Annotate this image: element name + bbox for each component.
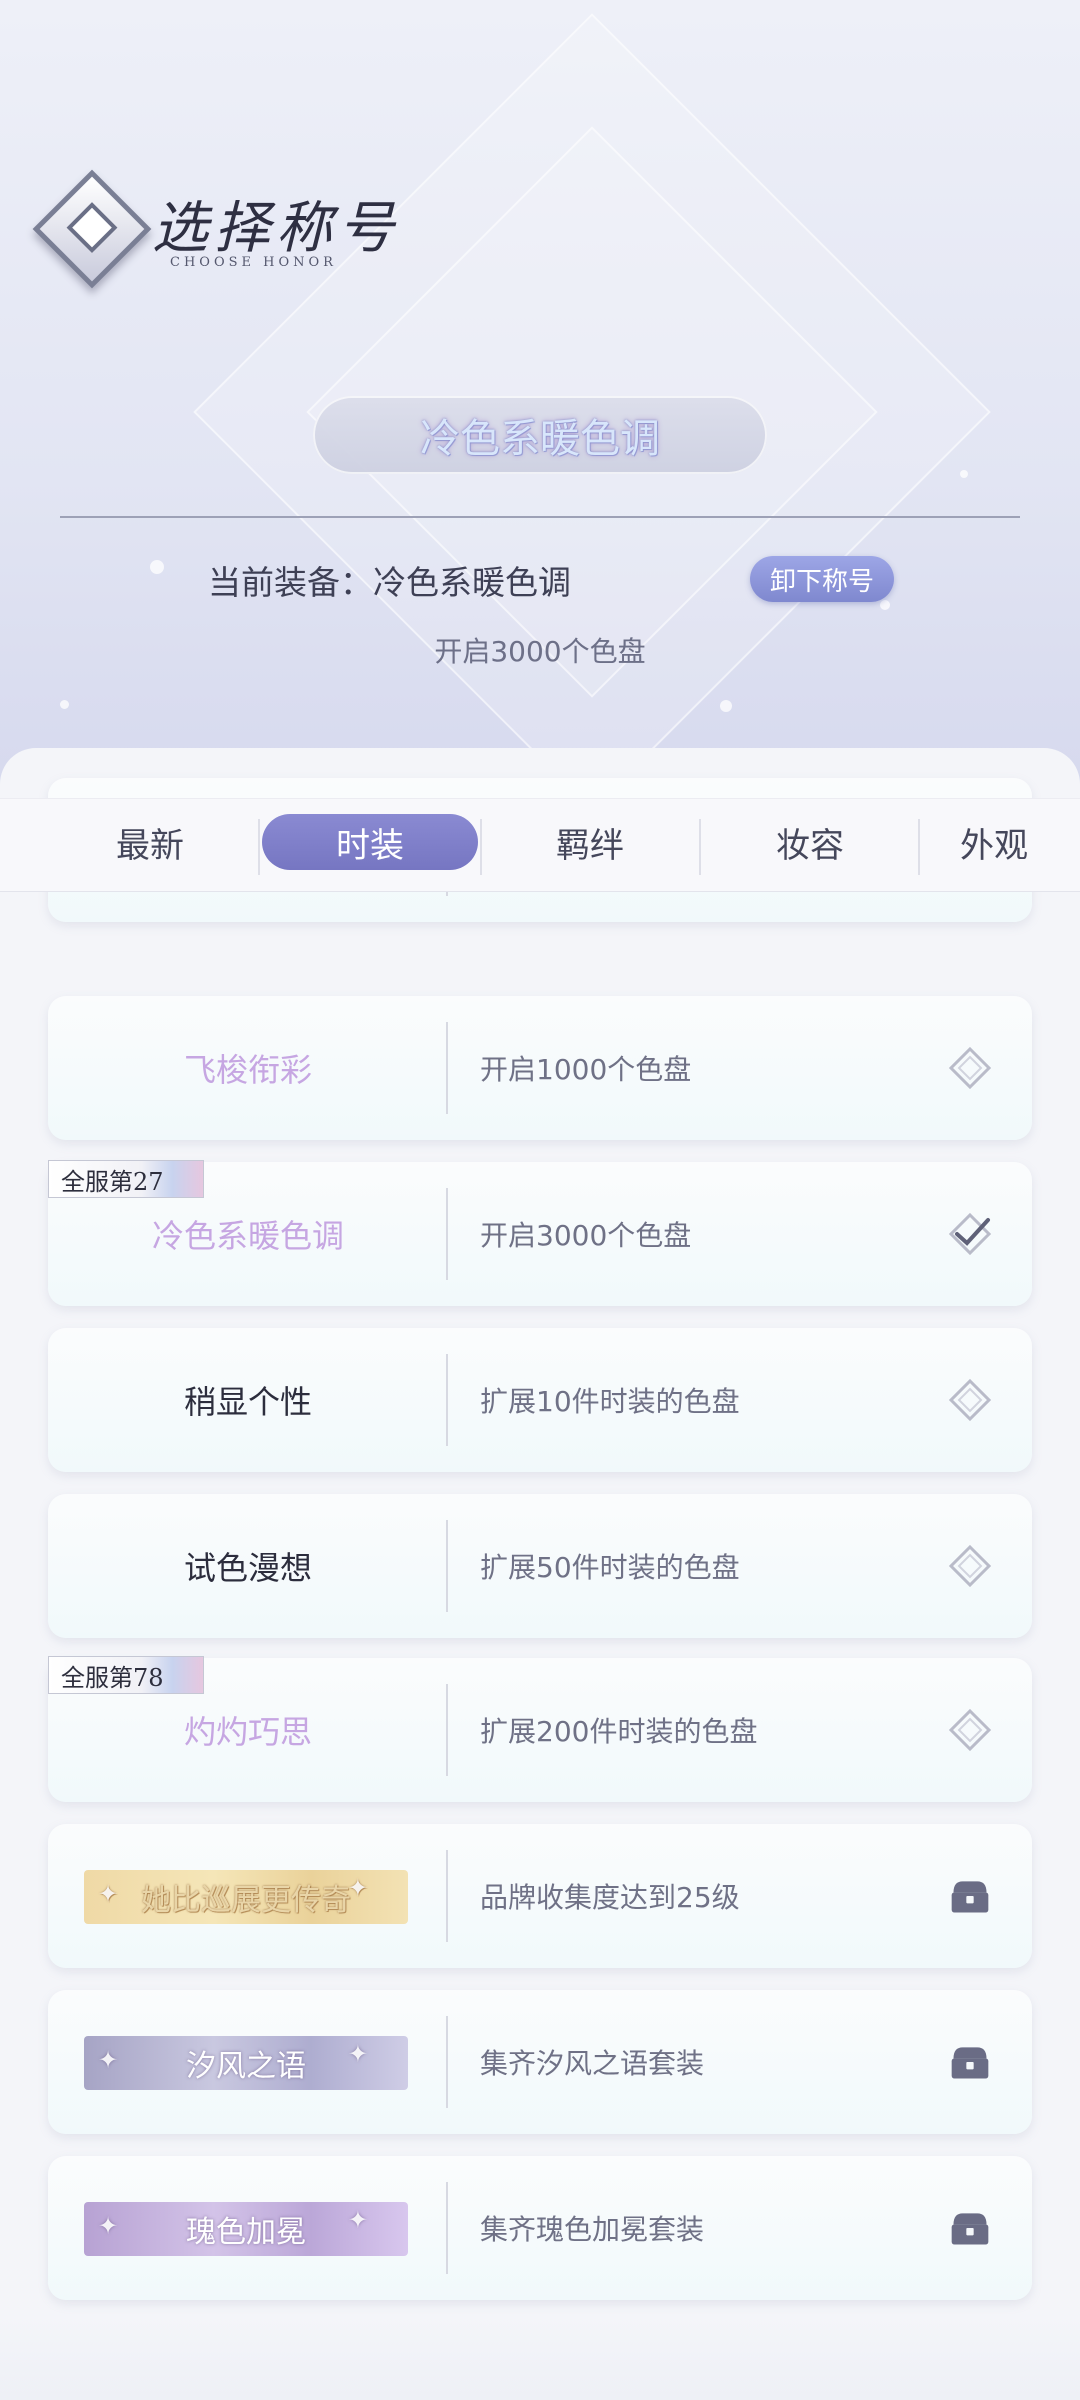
tab-appearance[interactable]: 外观	[960, 814, 1080, 870]
divider	[446, 1188, 448, 1280]
server-rank-badge: 全服第27	[48, 1160, 204, 1198]
title-name-banner: 她比巡展更传奇	[84, 1870, 408, 1924]
list-item[interactable]: 试色漫想 扩展50件时装的色盘	[48, 1494, 1032, 1638]
divider	[60, 516, 1020, 518]
diamond-icon	[948, 1544, 992, 1588]
divider	[446, 1022, 448, 1114]
title-name-banner: 汐风之语	[84, 2036, 408, 2090]
divider	[446, 1354, 448, 1446]
list-item[interactable]: 汐风之语 集齐汐风之语套装	[48, 1990, 1032, 2134]
page-title: 选择称号	[152, 196, 400, 261]
title-requirement: 集齐汐风之语套装	[480, 2047, 705, 2080]
chest-icon[interactable]	[948, 1874, 992, 1918]
divider	[446, 1520, 448, 1612]
list-item[interactable]: 瑰色加冕 集齐瑰色加冕套装	[48, 2156, 1032, 2300]
title-requirement: 扩展200件时装的色盘	[480, 1715, 758, 1748]
title-requirement: 扩展10件时装的色盘	[480, 1385, 740, 1418]
tab-fashion[interactable]: 时装	[262, 814, 478, 870]
list-item[interactable]: 飞梭衔彩 开启1000个色盘	[48, 996, 1032, 1140]
title-requirement: 品牌收集度达到25级	[480, 1881, 740, 1914]
tab-latest[interactable]: 最新	[40, 814, 260, 870]
title-requirement: 集齐瑰色加冕套装	[480, 2213, 705, 2246]
tab-makeup[interactable]: 妆容	[702, 814, 918, 870]
current-title-display: 冷色系暖色调	[313, 396, 767, 474]
category-tabs: 最新 时装 羁绊 妆容 外观	[0, 798, 1080, 892]
sparkle-icon	[720, 700, 732, 712]
page-title-block: 选择称号 CHOOSE HONOR	[32, 169, 460, 289]
title-name: 飞梭衔彩	[183, 1051, 312, 1089]
title-name-banner: 瑰色加冕	[84, 2202, 408, 2256]
equipped-label: 当前装备：冷色系暖色调	[208, 563, 571, 602]
tab-divider	[699, 819, 701, 875]
divider	[446, 1684, 448, 1776]
title-list[interactable]: 黑白分明 开启300个色盘 飞梭衔彩 开启1000个色盘 全服第27 冷色系暖色…	[0, 748, 1080, 2400]
title-name: 稍显个性	[183, 1383, 312, 1421]
sparkle-icon	[880, 600, 890, 610]
diamond-icon	[948, 1046, 992, 1090]
title-name: 试色漫想	[183, 1549, 312, 1587]
sparkle-icon	[960, 470, 968, 478]
sparkle-icon	[60, 700, 69, 709]
divider	[446, 2182, 448, 2274]
tab-bond[interactable]: 羁绊	[482, 814, 698, 870]
unequip-title-button[interactable]: 卸下称号	[750, 556, 894, 602]
list-item[interactable]: 她比巡展更传奇 品牌收集度达到25级	[48, 1824, 1032, 1968]
chest-icon[interactable]	[948, 2206, 992, 2250]
checkmark-icon	[948, 1212, 992, 1256]
divider	[446, 2016, 448, 2108]
sparkle-icon	[150, 560, 164, 574]
list-bottom-fade	[0, 2316, 1080, 2400]
divider	[446, 1850, 448, 1942]
title-requirement: 开启1000个色盘	[480, 1053, 692, 1086]
tab-divider	[258, 819, 260, 875]
title-list-panel: 黑白分明 开启300个色盘 飞梭衔彩 开启1000个色盘 全服第27 冷色系暖色…	[0, 748, 1080, 2400]
list-item[interactable]: 稍显个性 扩展10件时装的色盘	[48, 1328, 1032, 1472]
diamond-icon	[948, 1378, 992, 1422]
page-subtitle: CHOOSE HONOR	[170, 255, 337, 270]
title-requirement: 开启3000个色盘	[480, 1219, 692, 1252]
diamond-icon	[948, 1708, 992, 1752]
chest-icon[interactable]	[948, 2040, 992, 2084]
equipped-description: 开启3000个色盘	[434, 635, 646, 668]
server-rank-badge: 全服第78	[48, 1656, 204, 1694]
diamond-emblem-icon	[32, 169, 152, 289]
tab-divider	[918, 819, 920, 875]
title-requirement: 扩展50件时装的色盘	[480, 1551, 740, 1584]
